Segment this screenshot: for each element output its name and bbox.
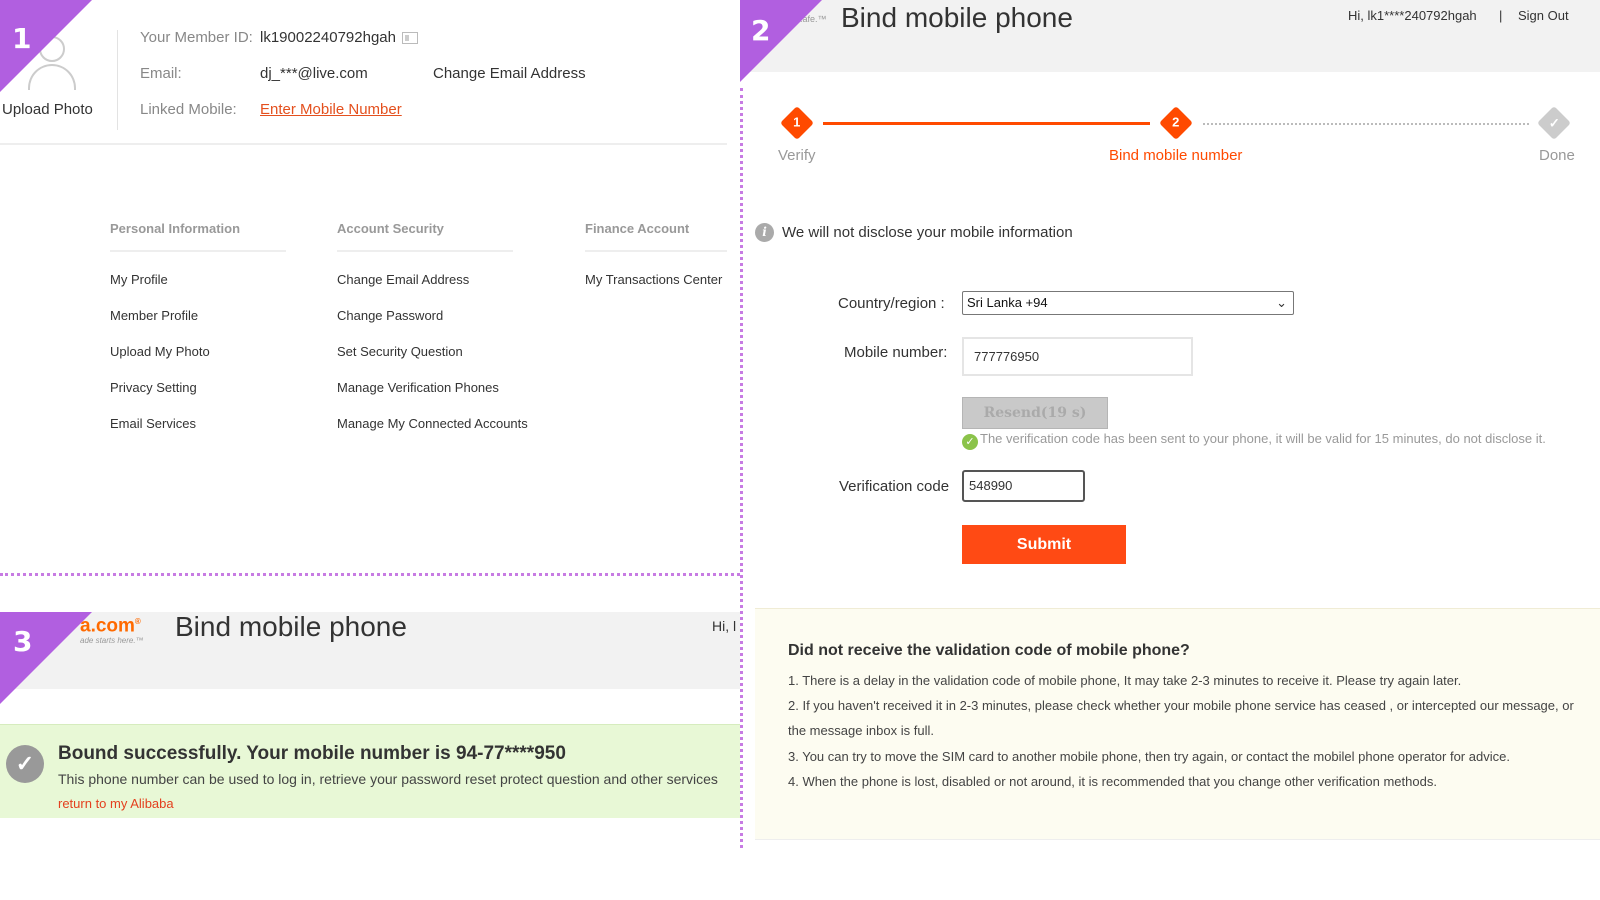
help-line-1: 1. There is a delay in the validation co… (788, 673, 1462, 688)
success-title: Bound successfully. Your mobile number i… (58, 743, 566, 764)
step-ribbon-number: 2 (751, 14, 771, 47)
progress-line-complete (823, 122, 1150, 125)
menu-item-transactions-center[interactable]: My Transactions Center (585, 272, 727, 288)
menu-finance-account: Finance Account My Transactions Center (585, 221, 727, 288)
page-title: Bind mobile phone (841, 2, 1073, 33)
bind-phone-form-panel: ...afe.™ Bind mobile phone Hi, lk1****24… (743, 0, 1600, 900)
progress-step-done-check-icon: ✓ (1537, 106, 1571, 140)
menu-personal-information: Personal Information My Profile Member P… (110, 221, 286, 432)
help-title: Did not receive the validation code of m… (788, 642, 1190, 659)
mobile-label: Mobile number: (844, 344, 948, 361)
menu-item-upload-photo[interactable]: Upload My Photo (110, 344, 286, 360)
check-circle-icon: ✓ (6, 745, 44, 783)
privacy-note: We will not disclose your mobile informa… (782, 224, 1073, 241)
help-line-2: 2. If you haven't received it in 2-3 min… (788, 698, 1574, 738)
step-number: ✓ (1548, 115, 1560, 130)
menu-item-change-email[interactable]: Change Email Address (337, 272, 528, 288)
help-line-4: 4. When the phone is lost, disabled or n… (788, 774, 1437, 789)
help-box: Did not receive the validation code of m… (755, 608, 1600, 840)
menu-item-my-profile[interactable]: My Profile (110, 272, 286, 288)
menu-item-privacy-setting[interactable]: Privacy Setting (110, 380, 286, 396)
code-sent-message: ✓ The verification code has been sent to … (962, 431, 1546, 450)
panel-divider-vertical (740, 88, 743, 848)
menu-item-verification-phones[interactable]: Manage Verification Phones (337, 380, 528, 396)
progress-line-pending (1203, 123, 1529, 125)
user-greeting: Hi, l (712, 618, 737, 634)
email-value: dj_***@live.com (260, 65, 368, 82)
verification-code-label: Verification code (839, 478, 950, 495)
enter-mobile-link[interactable]: Enter Mobile Number (260, 101, 402, 118)
check-circle-icon: ✓ (962, 434, 978, 450)
member-id-value: lk19002240792hgah (260, 29, 418, 46)
panel-divider-horizontal (0, 573, 740, 576)
chevron-down-icon: ⌄ (1276, 295, 1287, 310)
submit-button[interactable]: Submit (962, 525, 1126, 564)
menu-item-email-services[interactable]: Email Services (110, 416, 286, 432)
linked-mobile-label: Linked Mobile: (140, 101, 237, 118)
country-label: Country/region : (838, 295, 945, 312)
member-id-label: Your Member ID: (140, 29, 253, 46)
email-label: Email: (140, 65, 182, 82)
return-to-alibaba-link[interactable]: return to my Alibaba (58, 796, 174, 811)
menu-item-security-question[interactable]: Set Security Question (337, 344, 528, 360)
progress-step-1: 1 (780, 106, 814, 140)
country-select[interactable]: Sri Lanka +94 ⌄ (962, 291, 1294, 315)
step-label-verify: Verify (778, 147, 816, 164)
header-separator: | (1499, 8, 1503, 23)
success-description: This phone number can be used to log in,… (58, 771, 718, 787)
step-number: 2 (1172, 114, 1180, 130)
account-settings-panel: Upload Photo Your Member ID: lk190022407… (0, 0, 740, 573)
menu-item-change-password[interactable]: Change Password (337, 308, 528, 324)
upload-photo-link[interactable]: Upload Photo (2, 101, 93, 118)
change-email-link[interactable]: Change Email Address (433, 65, 586, 82)
country-selected-value: Sri Lanka +94 (967, 295, 1048, 310)
menu-account-security: Account Security Change Email Address Ch… (337, 221, 528, 432)
member-id-text: lk19002240792hgah (260, 29, 396, 46)
progress-step-2: 2 (1159, 106, 1193, 140)
step-ribbon-number: 1 (12, 22, 32, 55)
info-icon: i (755, 223, 774, 242)
menu-item-connected-accounts[interactable]: Manage My Connected Accounts (337, 416, 528, 432)
user-greeting: Hi, lk1****240792hgah (1348, 8, 1477, 23)
resend-code-button[interactable]: Resend(19 s) (962, 397, 1108, 429)
help-line-3: 3. You can try to move the SIM card to a… (788, 749, 1510, 764)
menu-heading: Personal Information (110, 221, 286, 252)
mobile-number-input[interactable]: 777776950 (962, 337, 1193, 376)
sign-out-link[interactable]: Sign Out (1518, 8, 1569, 23)
code-sent-text: The verification code has been sent to y… (980, 431, 1546, 446)
step-label-done: Done (1539, 147, 1575, 164)
divider (117, 30, 118, 130)
menu-item-member-profile[interactable]: Member Profile (110, 308, 286, 324)
step-number: 1 (793, 114, 801, 130)
page-title: Bind mobile phone (175, 611, 407, 642)
divider (0, 143, 727, 145)
step-label-bind: Bind mobile number (1109, 147, 1243, 164)
verification-code-input[interactable]: 548990 (962, 470, 1085, 502)
id-card-icon[interactable] (401, 32, 418, 45)
menu-heading: Finance Account (585, 221, 727, 252)
menu-heading: Account Security (337, 221, 513, 252)
composite-screenshot: Upload Photo Your Member ID: lk190022407… (0, 0, 1600, 900)
step-ribbon-number: 3 (13, 625, 33, 658)
